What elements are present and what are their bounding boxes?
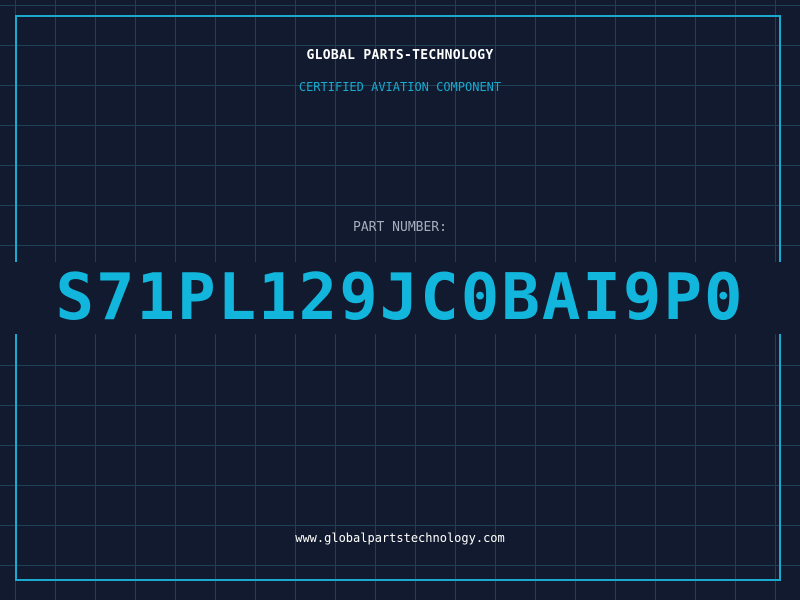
part-number-value: S71PL129JC0BAI9P0 bbox=[55, 261, 745, 335]
website-url: www.globalpartstechnology.com bbox=[295, 531, 505, 545]
part-number-label: PART NUMBER: bbox=[353, 220, 447, 235]
company-name: GLOBAL PARTS-TECHNOLOGY bbox=[306, 48, 494, 63]
part-display-screen: GLOBAL PARTS-TECHNOLOGY CERTIFIED AVIATI… bbox=[0, 0, 800, 600]
certification-subtitle: CERTIFIED AVIATION COMPONENT bbox=[298, 80, 502, 94]
